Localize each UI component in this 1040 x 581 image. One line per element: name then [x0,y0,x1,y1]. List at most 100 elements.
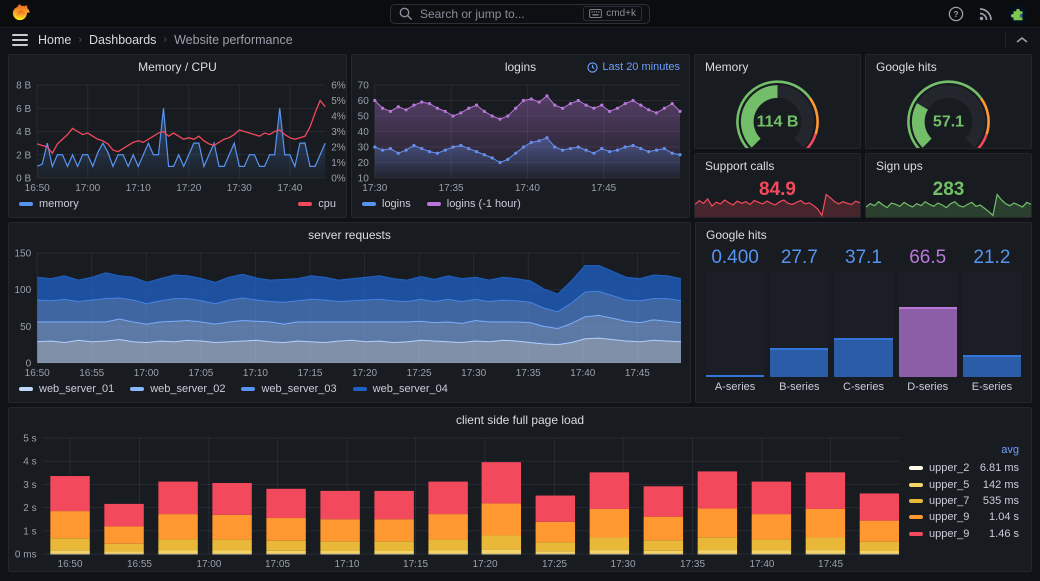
svg-text:17:30: 17:30 [362,183,387,194]
panel-title[interactable]: Memory [695,55,860,79]
svg-text:17:20: 17:20 [473,559,498,570]
svg-text:0 ms: 0 ms [15,550,37,561]
server-requests-chart[interactable]: 0 50 100 150 16:50 16:55 17:00 17:05 17:10 17:15 1… [9,247,690,380]
panel-title[interactable]: Support calls [695,154,860,178]
panel-title[interactable]: Memory / CPU [9,55,346,79]
svg-text:150: 150 [15,249,32,260]
collapse-chevron-up-icon[interactable] [1016,36,1028,44]
svg-text:17:40: 17:40 [570,368,595,379]
svg-text:17:45: 17:45 [625,368,650,379]
panel-title[interactable]: Google hits [866,55,1031,79]
legend-item[interactable]: upper_901.04 s [909,509,1019,525]
bargauge-column[interactable]: 37.1 C-series [834,247,893,395]
svg-text:4%: 4% [331,112,346,123]
breadcrumb-item[interactable]: Dashboards [89,33,156,47]
time-range-picker[interactable]: Last 20 minutes [587,55,680,79]
svg-text:50: 50 [20,322,32,333]
search-input[interactable]: Search or jump to... cmd+k [390,3,650,24]
legend-swatch [909,498,923,503]
legend-item[interactable]: web_server_03 [241,383,337,395]
svg-text:114 B: 114 B [757,113,799,131]
svg-text:17:15: 17:15 [297,368,322,379]
google-hits-bargauge[interactable]: 0.400 A-series 27.7 B-series 37.1 C-series 66.… [696,247,1031,402]
bargauge-track [962,271,1022,377]
legend-item[interactable]: upper_75535 ms [909,493,1019,509]
breadcrumb-row: Home › Dashboards › Website performance [0,28,1040,52]
legend-item[interactable]: upper_256.81 ms [909,460,1019,476]
page-load-chart[interactable]: 0 ms 1 s 2 s 3 s 4 s 5 s 16:50 16:55 17:00 17:05 1… [9,432,909,571]
svg-text:17:30: 17:30 [461,368,486,379]
svg-text:2%: 2% [331,143,346,154]
legend-item[interactable]: web_server_01 [19,383,114,395]
grafana-logo-icon[interactable] [12,3,32,24]
sign-ups-stat[interactable]: 283 [866,178,1031,217]
help-icon[interactable]: ? [948,6,964,22]
dashboard-canvas: Memory / CPU 0 B2 B4 B6 B8 B 0% 1% 2% 3% 4% 5%… [0,52,1040,580]
legend-swatch [298,202,313,206]
breadcrumb-separator: › [163,34,168,46]
google-hits-gauge[interactable]: 57.1 [866,79,1031,148]
support-calls-stat[interactable]: 84.9 [695,178,860,217]
panel-sign-ups: Sign ups 283 [865,153,1032,218]
panel-server-requests: server requests 0 50 100 150 16:50 16:55 17:00… [8,222,691,403]
svg-text:17:40: 17:40 [277,183,302,194]
server-requests-legend: web_server_01 web_server_02 web_server_03 w… [9,380,690,402]
legend-item[interactable]: logins (-1 hour) [426,198,521,210]
bargauge-column[interactable]: 66.5 D-series [898,247,957,395]
legend-swatch [241,387,256,391]
panel-title[interactable]: Sign ups [866,154,1031,178]
logins-chart[interactable]: 10 20 30 40 50 60 70 17:30 17:35 17:40 17:45 [352,79,689,195]
legend-item[interactable]: memory [19,198,79,210]
legend-avg-header[interactable]: avg [909,444,1019,460]
stat-value: 84.9 [759,179,796,200]
search-placeholder: Search or jump to... [420,6,525,21]
svg-text:17:40: 17:40 [515,183,540,194]
svg-text:17:10: 17:10 [243,368,268,379]
breadcrumb: Home › Dashboards › Website performance [38,33,293,47]
svg-text:16:50: 16:50 [25,368,50,379]
top-icons: ? [948,3,1028,24]
legend-swatch [362,202,376,206]
bargauge-label: C-series [843,381,884,393]
breadcrumb-item[interactable]: Website performance [174,33,293,47]
search-icon [399,7,413,20]
svg-text:50: 50 [358,112,370,123]
legend-swatch [352,387,367,391]
panel-title[interactable]: Google hits [696,223,1031,247]
menu-hamburger-icon[interactable] [12,34,28,46]
svg-text:16:55: 16:55 [127,559,152,570]
bargauge-fill [962,354,1022,377]
svg-text:3 s: 3 s [23,480,36,491]
panel-title[interactable]: logins Last 20 minutes [352,55,689,79]
keyboard-icon [589,9,603,18]
panel-logins: logins Last 20 minutes 10 20 30 40 50 60 70 17:… [351,54,690,218]
legend-item[interactable]: upper_50142 ms [909,476,1019,492]
panel-title[interactable]: client side full page load [9,408,1031,432]
panel-title[interactable]: server requests [9,223,690,247]
bargauge-column[interactable]: 27.7 B-series [770,247,829,395]
legend-item[interactable]: web_server_04 [352,383,448,395]
bargauge-column[interactable]: 21.2 E-series [962,247,1022,395]
panel-google-hits-gauge: Google hits 57.1 [865,54,1032,149]
memory-gauge[interactable]: 114 B [695,79,860,148]
legend-swatch [909,466,923,471]
legend-item[interactable]: web_server_02 [130,383,225,395]
bargauge-label: D-series [907,381,949,393]
memory-cpu-chart[interactable]: 0 B2 B4 B6 B8 B 0% 1% 2% 3% 4% 5% 6% 16:50 17:00 1… [9,79,346,195]
legend-swatch [19,202,33,206]
panel-page-load: client side full page load 0 ms 1 s 2 s 3 s… [8,407,1032,572]
legend-item[interactable]: logins [362,198,411,210]
news-rss-icon[interactable] [978,6,994,22]
legend-item[interactable]: cpu [298,198,336,210]
svg-text:1%: 1% [331,158,346,169]
bargauge-value: 37.1 [845,247,882,268]
svg-text:3%: 3% [331,127,346,138]
profile-avatar[interactable] [1008,3,1028,24]
logins-legend: logins logins (-1 hour) [352,195,689,217]
breadcrumb-item[interactable]: Home [38,33,71,47]
puzzle-icon [1010,8,1023,20]
legend-item[interactable]: upper_951.46 s [909,526,1019,542]
bargauge-value: 21.2 [973,247,1011,268]
svg-text:0%: 0% [331,174,346,185]
bargauge-column[interactable]: 0.400 A-series [706,247,765,395]
